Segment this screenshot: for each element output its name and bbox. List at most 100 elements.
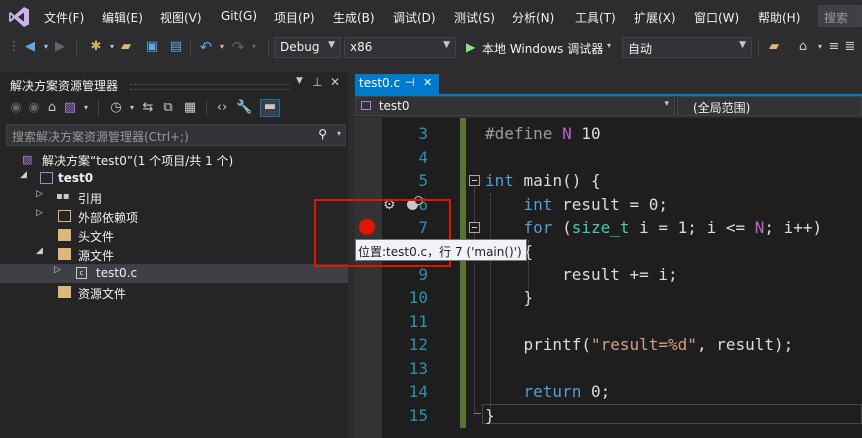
new-project-icon[interactable]: ✱ [88,39,104,55]
expanded-arrow-icon[interactable]: ◢ [20,170,30,180]
tree-item-header-files[interactable]: 头文件 [0,226,348,245]
view-code-icon[interactable]: ‹› [214,100,230,116]
forward-icon[interactable]: ◉ [26,100,42,116]
tree-item-test0-c[interactable]: ▷ c test0.c [0,264,348,283]
redo-dropdown-icon[interactable]: ▾ [246,39,262,55]
folder-icon [58,229,71,241]
scope-nav-value: (全局范围) [693,101,751,115]
collapse-all-icon[interactable]: ⧉ [160,100,176,116]
switch-views-icon[interactable]: ▧ [62,100,78,116]
forward-icon[interactable]: ▶ [52,39,68,55]
find-in-files-icon[interactable]: ▰ [766,39,782,55]
redo-icon[interactable]: ↷ [230,39,246,55]
glyph-margin[interactable] [355,118,382,438]
close-icon[interactable]: ✕ [423,76,432,89]
menu-analyze[interactable]: 分析(N) [512,9,554,26]
scope-nav-select[interactable]: (全局范围) [677,96,862,116]
project-nav-value: test0 [378,99,410,113]
configuration-select[interactable]: Debug ▼ [274,37,341,58]
menu-project[interactable]: 项目(P) [274,9,315,26]
close-icon[interactable]: ✕ [330,75,340,89]
save-all-icon[interactable]: ▤ [168,39,184,55]
menu-edit[interactable]: 编辑(E) [102,9,143,26]
c-file-icon: c [76,267,87,279]
navigation-bar: test0 ▾ (全局范围) [355,96,862,118]
home-icon[interactable]: ⌂ [44,100,60,116]
menu-help[interactable]: 帮助(H) [758,9,800,26]
chevron-down-icon: ▼ [443,40,450,50]
tree-item-solution[interactable]: ▧ 解决方案“test0”(1 个项目/共 1 个) [0,150,348,169]
line-number: 12 [408,335,428,354]
collapsed-arrow-icon[interactable]: ▷ [36,208,46,218]
expanded-arrow-icon[interactable]: ◢ [36,246,46,256]
menu-build[interactable]: 生成(B) [333,9,375,26]
run-dropdown-icon[interactable]: ▾ [607,41,611,50]
solution-explorer-panel: 解决方案资源管理器 ▼ ⊥ ✕ ◉ ◉ ⌂ ▧ ▾ ◷ ▾ ⇆ ⧉ ▦ ‹› 🔧… [0,72,348,438]
tab-test0-c[interactable]: test0.c ⊣ ✕ [355,74,439,94]
change-tracking-bar [460,118,466,428]
toolbar-separator [76,40,77,56]
fold-toggle[interactable] [469,175,480,186]
menu-debug[interactable]: 调试(D) [393,9,436,26]
uncomment-icon[interactable]: ≣ [842,39,858,55]
search-icon[interactable]: ⚲ [318,127,327,141]
undo-dropdown-icon[interactable]: ▾ [214,39,230,55]
tree-item-label: test0.c [96,266,138,280]
search-input[interactable]: 搜索 [818,5,862,27]
run-mode-select[interactable]: 自动 ▼ [622,37,752,58]
solution-search-input[interactable]: 搜索解决方案资源管理器(Ctrl+;) ⚲ ▾ [6,124,346,146]
pin-icon[interactable]: ⊥ [312,75,322,89]
tree-item-source-files[interactable]: ◢ 源文件 [0,245,348,264]
code-line: } [485,288,534,307]
open-folder-icon[interactable]: ▰ [118,39,134,55]
project-icon [361,101,371,110]
code-line: printf("result=%d", result); [485,335,794,354]
project-nav-select[interactable]: test0 ▾ [355,96,675,116]
show-all-files-icon[interactable]: ▦ [182,100,198,116]
dropdown-icon[interactable]: ▾ [124,100,140,116]
comment-icon[interactable]: ≡ [826,39,842,55]
menu-extensions[interactable]: 扩展(X) [634,9,676,26]
line-number: 14 [408,382,428,401]
platform-select[interactable]: x86 ▼ [344,37,456,58]
properties-icon[interactable]: 🔧 [236,100,252,116]
preview-icon[interactable]: ▬ [260,99,280,117]
external-deps-icon [58,210,71,222]
solution-icon: ▧ [22,153,33,166]
code-line: } [485,406,495,425]
menu-view[interactable]: 视图(V) [160,9,202,26]
home-icon[interactable]: ⌂ [795,39,811,55]
tree-item-resource-files[interactable]: 资源文件 [0,283,348,302]
undo-icon[interactable]: ↶ [198,39,214,55]
tree-item-label: 头文件 [78,230,115,244]
tree-item-references[interactable]: ▷ ▪▪ 引用 [0,188,348,207]
menu-window[interactable]: 窗口(W) [694,9,739,26]
back-icon[interactable]: ◉ [8,100,24,116]
toolbar-separator [190,40,191,56]
toolbar-separator [758,40,759,56]
collapsed-arrow-icon[interactable]: ▷ [54,265,64,275]
menu-file[interactable]: 文件(F) [44,9,84,26]
menu-test[interactable]: 测试(S) [454,9,495,26]
back-icon[interactable]: ◀ [22,39,38,55]
tree-item-external-deps[interactable]: ▷ 外部依赖项 [0,207,348,226]
fold-toggle[interactable] [469,222,480,233]
tree-item-project[interactable]: ◢ test0 [0,169,348,188]
code-line: return 0; [523,382,611,401]
save-icon[interactable]: ▣ [144,39,160,55]
pin-icon[interactable]: ⊣ [405,76,415,89]
chevron-down-icon: ▼ [328,40,335,50]
dropdown-icon[interactable]: ▾ [78,100,94,116]
code-line: for (size_t i = 1; i <= N; i++) [523,218,823,237]
panel-menu-icon[interactable]: ▼ [296,76,303,86]
menu-tools[interactable]: 工具(T) [575,9,616,26]
menu-git[interactable]: Git(G) [221,9,257,23]
collapsed-arrow-icon[interactable]: ▷ [36,189,46,199]
folder-icon [58,286,71,298]
chevron-down-icon: ▾ [664,99,669,109]
tree-item-label: 资源文件 [78,287,127,301]
sync-icon[interactable]: ⇆ [140,100,156,116]
pending-changes-icon[interactable]: ◷ [108,100,124,116]
search-options-icon[interactable]: ▾ [337,129,341,138]
run-mode-value: 自动 [628,42,653,56]
